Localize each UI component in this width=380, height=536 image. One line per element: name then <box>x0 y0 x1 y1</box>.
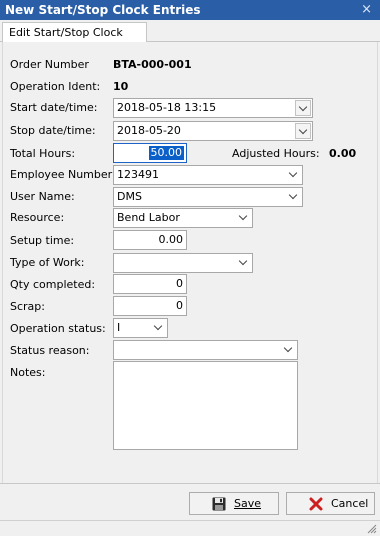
total-hours-input[interactable]: 50.00 <box>113 143 187 163</box>
order-number-label: Order Number <box>10 58 89 71</box>
scrap-input[interactable]: 0 <box>113 296 187 316</box>
operation-status-value: I <box>117 321 121 334</box>
resize-grip-icon[interactable] <box>367 524 377 534</box>
save-label: Save <box>234 497 262 510</box>
cancel-button[interactable]: Cancel <box>286 492 375 515</box>
red-x-icon <box>309 497 323 511</box>
notes-label: Notes: <box>10 366 46 379</box>
status-reason-dropdown[interactable] <box>113 340 298 360</box>
user-name-value: DMS <box>117 190 142 203</box>
cancel-label: Cancel <box>331 497 369 510</box>
chevron-down-icon[interactable] <box>236 255 250 271</box>
employee-number-value: 123491 <box>117 168 159 181</box>
user-name-dropdown[interactable]: DMS <box>113 187 303 207</box>
setup-time-label: Setup time: <box>10 234 75 247</box>
resource-label: Resource: <box>10 211 65 224</box>
type-of-work-label: Type of Work: <box>10 256 85 269</box>
floppy-disk-icon <box>212 497 226 511</box>
type-of-work-dropdown[interactable] <box>113 253 253 273</box>
footer-divider <box>0 483 380 484</box>
chevron-down-icon[interactable] <box>295 123 311 139</box>
user-name-label: User Name: <box>10 190 75 203</box>
adjusted-hours-label: Adjusted Hours: <box>232 147 320 160</box>
chevron-down-icon[interactable] <box>286 167 300 183</box>
stop-datetime-picker[interactable]: 2018-05-20 <box>113 121 313 141</box>
status-reason-label: Status reason: <box>10 344 90 357</box>
adjusted-hours-value: 0.00 <box>329 147 357 160</box>
notes-textarea[interactable] <box>113 361 298 450</box>
setup-time-value: 0.00 <box>158 233 184 246</box>
window-titlebar[interactable]: New Start/Stop Clock Entries × <box>0 0 380 20</box>
order-number-value: BTA-000-001 <box>113 58 192 71</box>
scrap-label: Scrap: <box>10 300 45 313</box>
tab-strip: Edit Start/Stop Clock Entry <box>0 20 380 58</box>
chevron-down-icon[interactable] <box>281 342 295 358</box>
save-button[interactable]: Save <box>189 492 279 515</box>
chevron-down-icon[interactable] <box>286 189 300 205</box>
setup-time-input[interactable]: 0.00 <box>113 230 187 250</box>
tab-edit-entry[interactable]: Edit Start/Stop Clock Entry <box>2 22 147 58</box>
stop-datetime-value: 2018-05-20 <box>117 124 181 137</box>
operation-ident-value: 10 <box>113 80 129 93</box>
chevron-down-icon[interactable] <box>236 210 250 226</box>
employee-number-label: Employee Number: <box>10 168 116 181</box>
scrap-value: 0 <box>176 299 183 312</box>
qty-completed-value: 0 <box>176 277 183 290</box>
total-hours-value: 50.00 <box>148 146 184 160</box>
chevron-down-icon[interactable] <box>295 100 311 116</box>
employee-number-dropdown[interactable]: 123491 <box>113 165 303 185</box>
total-hours-label: Total Hours: <box>10 147 76 160</box>
resource-value: Bend Labor <box>117 211 180 224</box>
start-datetime-label: Start date/time: <box>10 101 98 114</box>
stop-datetime-label: Stop date/time: <box>10 124 96 137</box>
operation-status-dropdown[interactable]: I <box>113 318 168 338</box>
operation-ident-label: Operation Ident: <box>10 80 101 93</box>
chevron-down-icon[interactable] <box>151 320 165 336</box>
close-icon[interactable]: × <box>361 0 372 20</box>
start-datetime-picker[interactable]: 2018-05-18 13:15 <box>113 98 313 118</box>
qty-completed-label: Qty completed: <box>10 278 96 291</box>
start-datetime-value: 2018-05-18 13:15 <box>117 101 217 114</box>
window-title: New Start/Stop Clock Entries <box>5 3 201 17</box>
resource-dropdown[interactable]: Bend Labor <box>113 208 253 228</box>
qty-completed-input[interactable]: 0 <box>113 274 187 294</box>
operation-status-label: Operation status: <box>10 322 106 335</box>
status-bar <box>0 520 380 536</box>
